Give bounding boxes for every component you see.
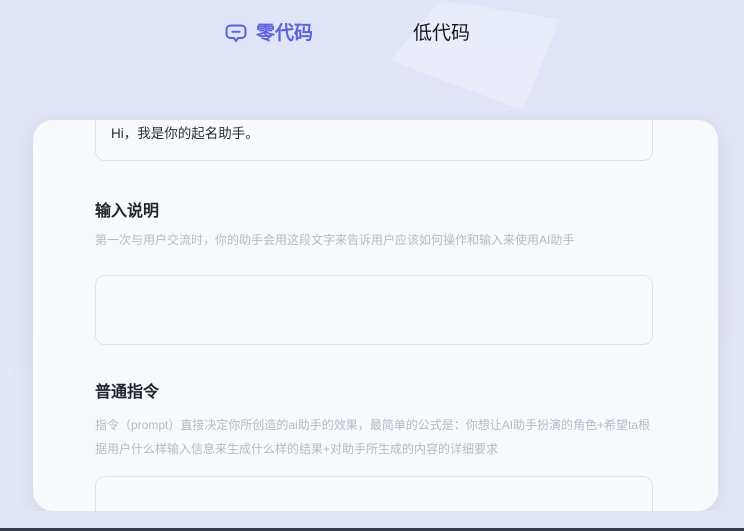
section-description-input-instructions: 第一次与用户交流时，你的助手会用这段文字来告诉用户应该如何操作和输入来使用AI助… [95,233,575,247]
footer-band [0,511,744,528]
chat-bubble-icon [225,24,247,44]
section-description-prompt: 指令（prompt）直接决定你所创造的ai助手的效果，最简单的公式是：你想让AI… [95,418,651,456]
backdrop-decoration [390,0,560,110]
tab-zero-code-label: 零代码 [256,23,314,44]
assistant-config-card: Hi，我是你的起名助手。 输入说明 第一次与用户交流时，你的助手会用这段文字来告… [33,120,718,511]
section-title-input-instructions: 输入说明 [95,203,160,220]
opening-message-value: Hi，我是你的起名助手。 [111,126,259,141]
tab-low-code-label: 低代码 [413,23,471,44]
section-title-prompt: 普通指令 [95,384,160,401]
tab-zero-code[interactable]: 零代码 [225,22,313,46]
tab-low-code[interactable]: 低代码 [413,22,470,46]
mode-tabbar: 零代码 低代码 [225,22,470,46]
prompt-field[interactable] [95,476,653,511]
input-instructions-field[interactable] [95,275,653,345]
opening-message-field[interactable]: Hi，我是你的起名助手。 [95,120,653,161]
